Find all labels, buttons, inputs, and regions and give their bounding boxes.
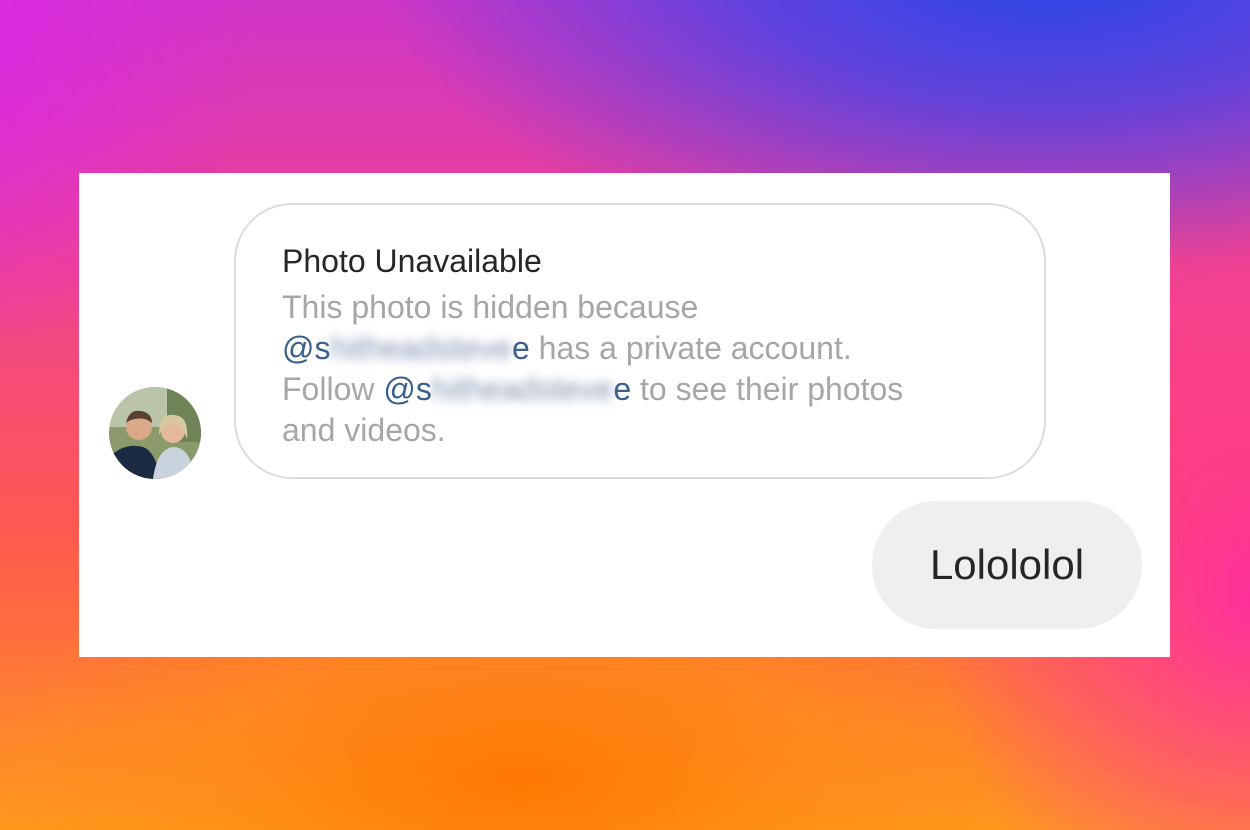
card-title: Photo Unavailable (282, 243, 542, 279)
sender-avatar[interactable] (109, 387, 201, 479)
profile-photo-icon (109, 387, 201, 479)
message-text: Lolololol (929, 541, 1085, 588)
outgoing-message-bubble[interactable]: Lolololol (872, 501, 1142, 629)
photo-unavailable-card[interactable]: Photo Unavailable This photo is hidden b… (234, 203, 1046, 479)
body-line-4: and videos. (282, 412, 446, 448)
username-mention[interactable]: @shitheadstevee (282, 330, 530, 366)
body-line-3-start: Follow (282, 371, 384, 407)
body-line-2: has a private account. (529, 330, 852, 366)
username-mention[interactable]: @shitheadstevee (383, 371, 631, 407)
redacted-username: hitheadsteve (330, 330, 512, 366)
card-body: This photo is hidden because @shitheadste… (282, 287, 998, 451)
redacted-username: hitheadsteve (431, 371, 614, 407)
body-line-1: This photo is hidden because (282, 289, 699, 325)
chat-thread-panel: Photo Unavailable This photo is hidden b… (79, 173, 1170, 657)
body-line-3-end: to see their photos (631, 371, 904, 407)
